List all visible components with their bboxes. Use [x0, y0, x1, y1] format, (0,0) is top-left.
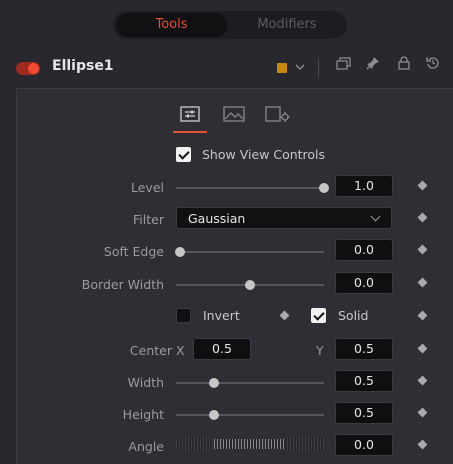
angle-thumbwheel[interactable]: [176, 437, 324, 451]
reset-icon[interactable]: [424, 56, 442, 78]
level-row: Level 1.0: [17, 175, 453, 201]
invert-checkbox[interactable]: [176, 308, 191, 323]
soft-edge-label: Soft Edge: [103, 244, 164, 259]
center-label: Center: [129, 343, 172, 358]
width-slider[interactable]: [176, 378, 324, 388]
invert-label: Invert: [203, 308, 240, 323]
keyframe-diamond-icon[interactable]: [417, 244, 428, 255]
height-value-field[interactable]: 0.5: [335, 402, 393, 424]
thumbwheel-center: [214, 439, 286, 449]
center-y-label: Y: [316, 343, 324, 358]
width-label: Width: [127, 375, 164, 390]
solid-label: Solid: [338, 308, 369, 323]
border-width-row: Border Width 0.0: [17, 272, 453, 298]
angle-value-field[interactable]: 0.0: [335, 434, 393, 456]
keyframe-diamond-icon[interactable]: [417, 277, 428, 288]
pin-icon[interactable]: [364, 56, 382, 78]
show-view-controls-label: Show View Controls: [202, 147, 326, 162]
height-label: Height: [122, 407, 164, 422]
node-name: Ellipse1: [52, 58, 114, 74]
keyframe-diamond-icon[interactable]: [417, 180, 428, 191]
solid-checkbox[interactable]: [311, 308, 326, 323]
node-enable-toggle[interactable]: [16, 62, 40, 75]
slider-handle[interactable]: [245, 280, 255, 290]
height-slider[interactable]: [176, 410, 324, 420]
keyframe-diamond-icon[interactable]: [417, 375, 428, 386]
show-view-controls-checkbox[interactable]: [176, 147, 191, 162]
chevron-down-icon: [370, 211, 381, 222]
height-row: Height 0.5: [17, 402, 453, 428]
controls-icon[interactable]: [173, 99, 207, 133]
border-width-value-field[interactable]: 0.0: [335, 272, 393, 294]
soft-edge-value-field[interactable]: 0.0: [335, 239, 393, 261]
windows-icon[interactable]: [334, 56, 352, 78]
keyframe-diamond-icon[interactable]: [279, 310, 290, 321]
node-header: Ellipse1: [0, 48, 453, 88]
border-width-label: Border Width: [81, 277, 164, 292]
center-x-field[interactable]: 0.5: [193, 338, 251, 360]
tool-controls-panel: Show View Controls Level 1.0 Filter Gaus…: [16, 88, 453, 464]
keyframe-diamond-icon[interactable]: [417, 212, 428, 223]
keyframe-diamond-icon[interactable]: [417, 407, 428, 418]
image-icon[interactable]: [219, 99, 249, 129]
angle-row: Angle 0.0: [17, 434, 453, 460]
slider-handle[interactable]: [319, 183, 329, 193]
slider-handle[interactable]: [209, 410, 220, 420]
color-picker-chevron-icon[interactable]: [292, 56, 308, 78]
width-value-field[interactable]: 0.5: [335, 370, 393, 392]
border-width-slider[interactable]: [176, 280, 324, 290]
settings-icon[interactable]: [263, 99, 293, 129]
tab-modifiers[interactable]: Modifiers: [230, 11, 344, 39]
level-slider[interactable]: [176, 183, 329, 193]
inspector-tab-switcher: Tools Modifiers: [113, 11, 347, 39]
filter-dropdown-value: Gaussian: [188, 211, 246, 226]
show-view-controls-row: Show View Controls: [17, 144, 453, 170]
width-row: Width 0.5: [17, 370, 453, 396]
slider-handle[interactable]: [209, 378, 220, 388]
level-label: Level: [131, 180, 164, 195]
level-value-field[interactable]: 1.0: [335, 175, 393, 197]
filter-row: Filter Gaussian: [17, 207, 453, 233]
center-x-label: X: [176, 343, 185, 358]
keyframe-diamond-icon[interactable]: [417, 439, 428, 450]
keyframe-diamond-icon[interactable]: [417, 310, 428, 321]
angle-label: Angle: [128, 439, 164, 454]
slider-handle[interactable]: [175, 247, 186, 257]
center-y-field[interactable]: 0.5: [335, 338, 393, 360]
filter-dropdown[interactable]: Gaussian: [176, 207, 392, 229]
soft-edge-row: Soft Edge 0.0: [17, 239, 453, 265]
invert-solid-row: Invert Solid: [17, 305, 453, 331]
filter-label: Filter: [133, 212, 164, 227]
center-row: Center X 0.5 Y 0.5: [17, 338, 453, 364]
header-divider: [318, 59, 319, 77]
tab-tools[interactable]: Tools: [116, 13, 227, 37]
soft-edge-slider[interactable]: [175, 247, 324, 257]
lock-icon[interactable]: [396, 56, 412, 78]
panel-tabs: [173, 99, 299, 133]
node-color-swatch[interactable]: [277, 63, 287, 73]
keyframe-diamond-icon[interactable]: [417, 343, 428, 354]
